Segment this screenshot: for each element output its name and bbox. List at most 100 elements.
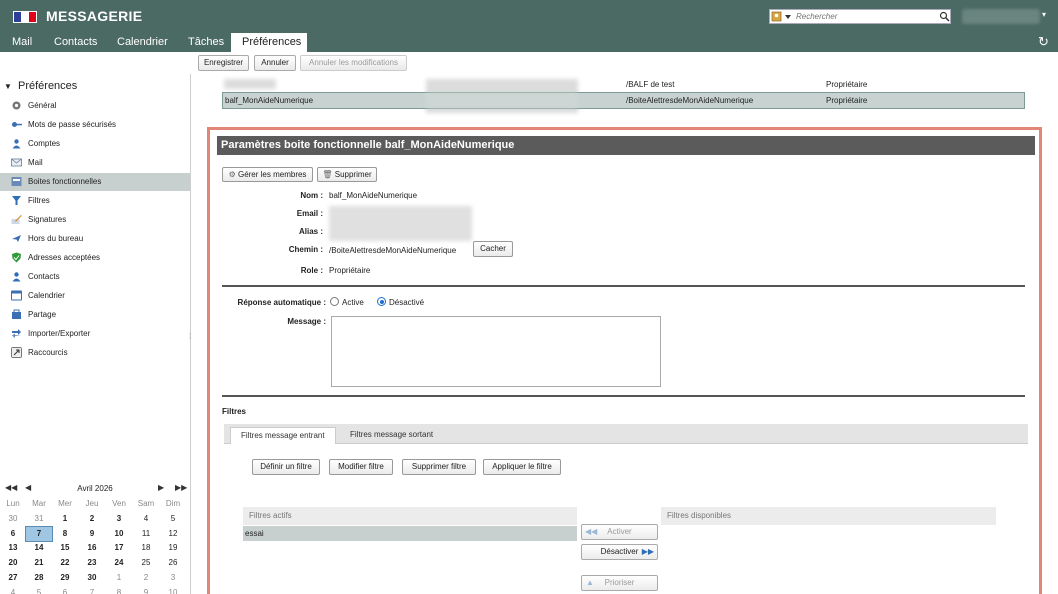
calendar-day[interactable]: 6 xyxy=(0,527,26,542)
prev-year-icon[interactable]: ◀◀ xyxy=(5,483,17,492)
modify-filter-button[interactable]: Modifier filtre xyxy=(329,459,393,475)
sidebar-item-accepted-addresses[interactable]: Adresses acceptées xyxy=(0,249,190,267)
tab-outgoing-filters[interactable]: Filtres message sortant xyxy=(340,427,443,444)
calendar-day[interactable]: 10 xyxy=(160,586,186,594)
prev-month-icon[interactable]: ◀ xyxy=(25,483,31,492)
sidebar-item-general[interactable]: Général xyxy=(0,97,190,115)
calendar-day[interactable]: 6 xyxy=(52,586,78,594)
calendar-day[interactable]: 28 xyxy=(26,571,52,586)
search-box[interactable] xyxy=(769,9,951,24)
calendar-day[interactable]: 22 xyxy=(52,556,78,571)
resize-handle[interactable]: ⁞ xyxy=(189,332,191,341)
calendar-day[interactable]: 5 xyxy=(26,586,52,594)
preferences-tree-title[interactable]: ▼ Préférences xyxy=(4,80,77,92)
calendar-day[interactable]: 27 xyxy=(0,571,26,586)
tab-mail[interactable]: Mail xyxy=(1,33,43,52)
calendar-day[interactable]: 16 xyxy=(79,541,105,556)
calendar-day[interactable]: 9 xyxy=(133,586,159,594)
delete-button[interactable]: 🗑 Supprimer xyxy=(317,167,377,182)
calendar-day[interactable]: 29 xyxy=(52,571,78,586)
table-row-selected[interactable]: balf_MonAideNumerique /BoiteAlettresdeMo… xyxy=(222,92,1025,109)
auto-reply-active-radio[interactable] xyxy=(330,297,339,306)
next-year-icon[interactable]: ▶▶ xyxy=(175,483,187,492)
sidebar-item-calendar[interactable]: Calendrier xyxy=(0,287,190,305)
activate-button[interactable]: ◀◀ Activer xyxy=(581,524,658,540)
path-label: Chemin : xyxy=(288,245,323,254)
tab-tasks[interactable]: Tâches xyxy=(177,33,235,52)
calendar-weekday: Lun xyxy=(6,499,20,508)
calendar-day[interactable]: 19 xyxy=(160,541,186,556)
calendar-day[interactable]: 17 xyxy=(106,541,132,556)
calendar-day[interactable]: 30 xyxy=(79,571,105,586)
calendar-day[interactable]: 1 xyxy=(52,512,78,527)
tab-incoming-filters[interactable]: Filtres message entrant xyxy=(230,427,336,444)
calendar-icon xyxy=(11,290,22,301)
auto-reply-inactive-radio[interactable] xyxy=(377,297,386,306)
calendar-day[interactable]: 1 xyxy=(106,571,132,586)
calendar-day[interactable]: 23 xyxy=(79,556,105,571)
auto-reply-label: Réponse automatique : xyxy=(237,298,326,307)
cancel-button[interactable]: Annuler xyxy=(254,55,296,71)
sidebar-item-accounts[interactable]: Comptes xyxy=(0,135,190,153)
calendar-day[interactable]: 25 xyxy=(133,556,159,571)
sidebar-item-signatures[interactable]: Signatures xyxy=(0,211,190,229)
sidebar-item-filters[interactable]: Filtres xyxy=(0,192,190,210)
calendar-day[interactable]: 31 xyxy=(26,512,52,527)
calendar-day[interactable]: 20 xyxy=(0,556,26,571)
calendar-day[interactable]: 4 xyxy=(133,512,159,527)
undo-changes-button[interactable]: Annuler les modifications xyxy=(300,55,407,71)
sidebar-item-sharing[interactable]: Partage xyxy=(0,306,190,324)
calendar-day[interactable]: 3 xyxy=(160,571,186,586)
calendar-day[interactable]: 8 xyxy=(52,527,78,542)
search-icon[interactable] xyxy=(939,11,950,22)
next-month-icon[interactable]: ▶ xyxy=(158,483,164,492)
list-item-active-filter[interactable]: essai xyxy=(243,526,577,541)
hide-button[interactable]: Cacher xyxy=(473,241,513,257)
calendar-day[interactable]: 11 xyxy=(133,527,159,542)
sidebar-item-passwords[interactable]: Mots de passe sécurisés xyxy=(0,116,190,134)
define-filter-button[interactable]: Définir un filtre xyxy=(252,459,320,475)
search-scope-dropdown[interactable] xyxy=(771,11,793,22)
calendar-day[interactable]: 21 xyxy=(26,556,52,571)
calendar-day[interactable]: 7 xyxy=(25,525,53,543)
calendar-day[interactable]: 24 xyxy=(106,556,132,571)
refresh-icon[interactable]: ↻ xyxy=(1038,34,1049,50)
deactivate-button[interactable]: Désactiver ▶▶ xyxy=(581,544,658,560)
calendar-day[interactable]: 13 xyxy=(0,541,26,556)
tab-preferences[interactable]: Préférences xyxy=(231,33,307,52)
calendar-day[interactable]: 7 xyxy=(79,586,105,594)
calendar-day[interactable]: 30 xyxy=(0,512,26,527)
sidebar-item-functional-mailboxes[interactable]: Boites fonctionnelles xyxy=(0,173,190,191)
calendar-day[interactable]: 5 xyxy=(160,512,186,527)
calendar-day[interactable]: 4 xyxy=(0,586,26,594)
manage-members-button[interactable]: ⚙ Gérer les membres xyxy=(222,167,313,182)
calendar-day[interactable]: 18 xyxy=(133,541,159,556)
calendar-day[interactable]: 26 xyxy=(160,556,186,571)
auto-reply-message-textarea[interactable] xyxy=(331,316,661,387)
calendar-day[interactable]: 10 xyxy=(106,527,132,542)
tab-calendar[interactable]: Calendrier xyxy=(106,33,179,52)
calendar-day[interactable]: 2 xyxy=(79,512,105,527)
prioritize-button[interactable]: ▲ Prioriser xyxy=(581,575,658,591)
calendar-day[interactable]: 9 xyxy=(79,527,105,542)
calendar-day[interactable]: 2 xyxy=(133,571,159,586)
chevron-down-icon[interactable]: ▾ xyxy=(1042,10,1046,19)
apply-filter-button[interactable]: Appliquer le filtre xyxy=(483,459,561,475)
sidebar-item-shortcuts[interactable]: Raccourcis xyxy=(0,344,190,362)
save-button[interactable]: Enregistrer xyxy=(198,55,249,71)
sidebar-item-mail[interactable]: Mail xyxy=(0,154,190,172)
calendar-day[interactable]: 3 xyxy=(106,512,132,527)
french-flag-logo xyxy=(13,11,37,23)
calendar-day[interactable]: 8 xyxy=(106,586,132,594)
delete-filter-button[interactable]: Supprimer filtre xyxy=(402,459,476,475)
calendar-day[interactable]: 15 xyxy=(52,541,78,556)
calendar-day[interactable]: 12 xyxy=(160,527,186,542)
tab-contacts[interactable]: Contacts xyxy=(43,33,108,52)
sidebar-item-out-of-office[interactable]: Hors du bureau xyxy=(0,230,190,248)
user-menu[interactable] xyxy=(962,9,1040,24)
sidebar-item-import-export[interactable]: Importer/Exporter xyxy=(0,325,190,343)
redacted-email xyxy=(329,206,472,241)
calendar-day[interactable]: 14 xyxy=(26,541,52,556)
search-input[interactable] xyxy=(796,10,936,23)
sidebar-item-contacts[interactable]: Contacts xyxy=(0,268,190,286)
